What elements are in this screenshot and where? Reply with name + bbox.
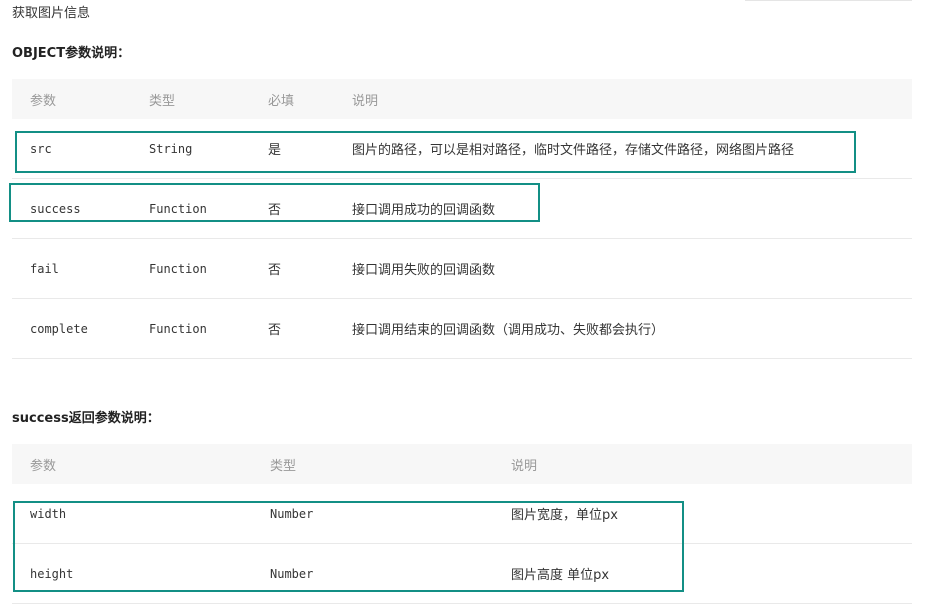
header-param: 参数 (12, 444, 252, 484)
param-required: 否 (250, 238, 334, 299)
highlight-box-src (15, 131, 856, 173)
param-name: fail (12, 238, 131, 299)
success-section-title: success返回参数说明： (12, 411, 160, 426)
param-name: complete (12, 298, 131, 359)
param-type: Function (131, 238, 250, 299)
table-row: complete Function 否 接口调用结束的回调函数（调用成功、失败都… (12, 298, 912, 359)
header-desc: 说明 (493, 444, 912, 484)
header-param: 参数 (12, 79, 131, 119)
table-header-row: 参数 类型 说明 (12, 444, 912, 484)
highlight-box-return-params (13, 501, 684, 592)
header-required: 必填 (250, 79, 334, 119)
param-desc: 接口调用结束的回调函数（调用成功、失败都会执行） (334, 298, 912, 359)
object-section-title: OBJECT参数说明： (12, 46, 131, 61)
top-divider (745, 0, 912, 1)
header-type: 类型 (131, 79, 250, 119)
param-desc: 接口调用失败的回调函数 (334, 238, 912, 299)
table-row: fail Function 否 接口调用失败的回调函数 (12, 238, 912, 299)
table-header-row: 参数 类型 必填 说明 (12, 79, 912, 119)
intro-text: 获取图片信息 (12, 6, 91, 21)
param-type: Function (131, 298, 250, 359)
param-required: 否 (250, 298, 334, 359)
header-desc: 说明 (334, 79, 912, 119)
highlight-box-success (9, 183, 540, 222)
header-type: 类型 (252, 444, 493, 484)
